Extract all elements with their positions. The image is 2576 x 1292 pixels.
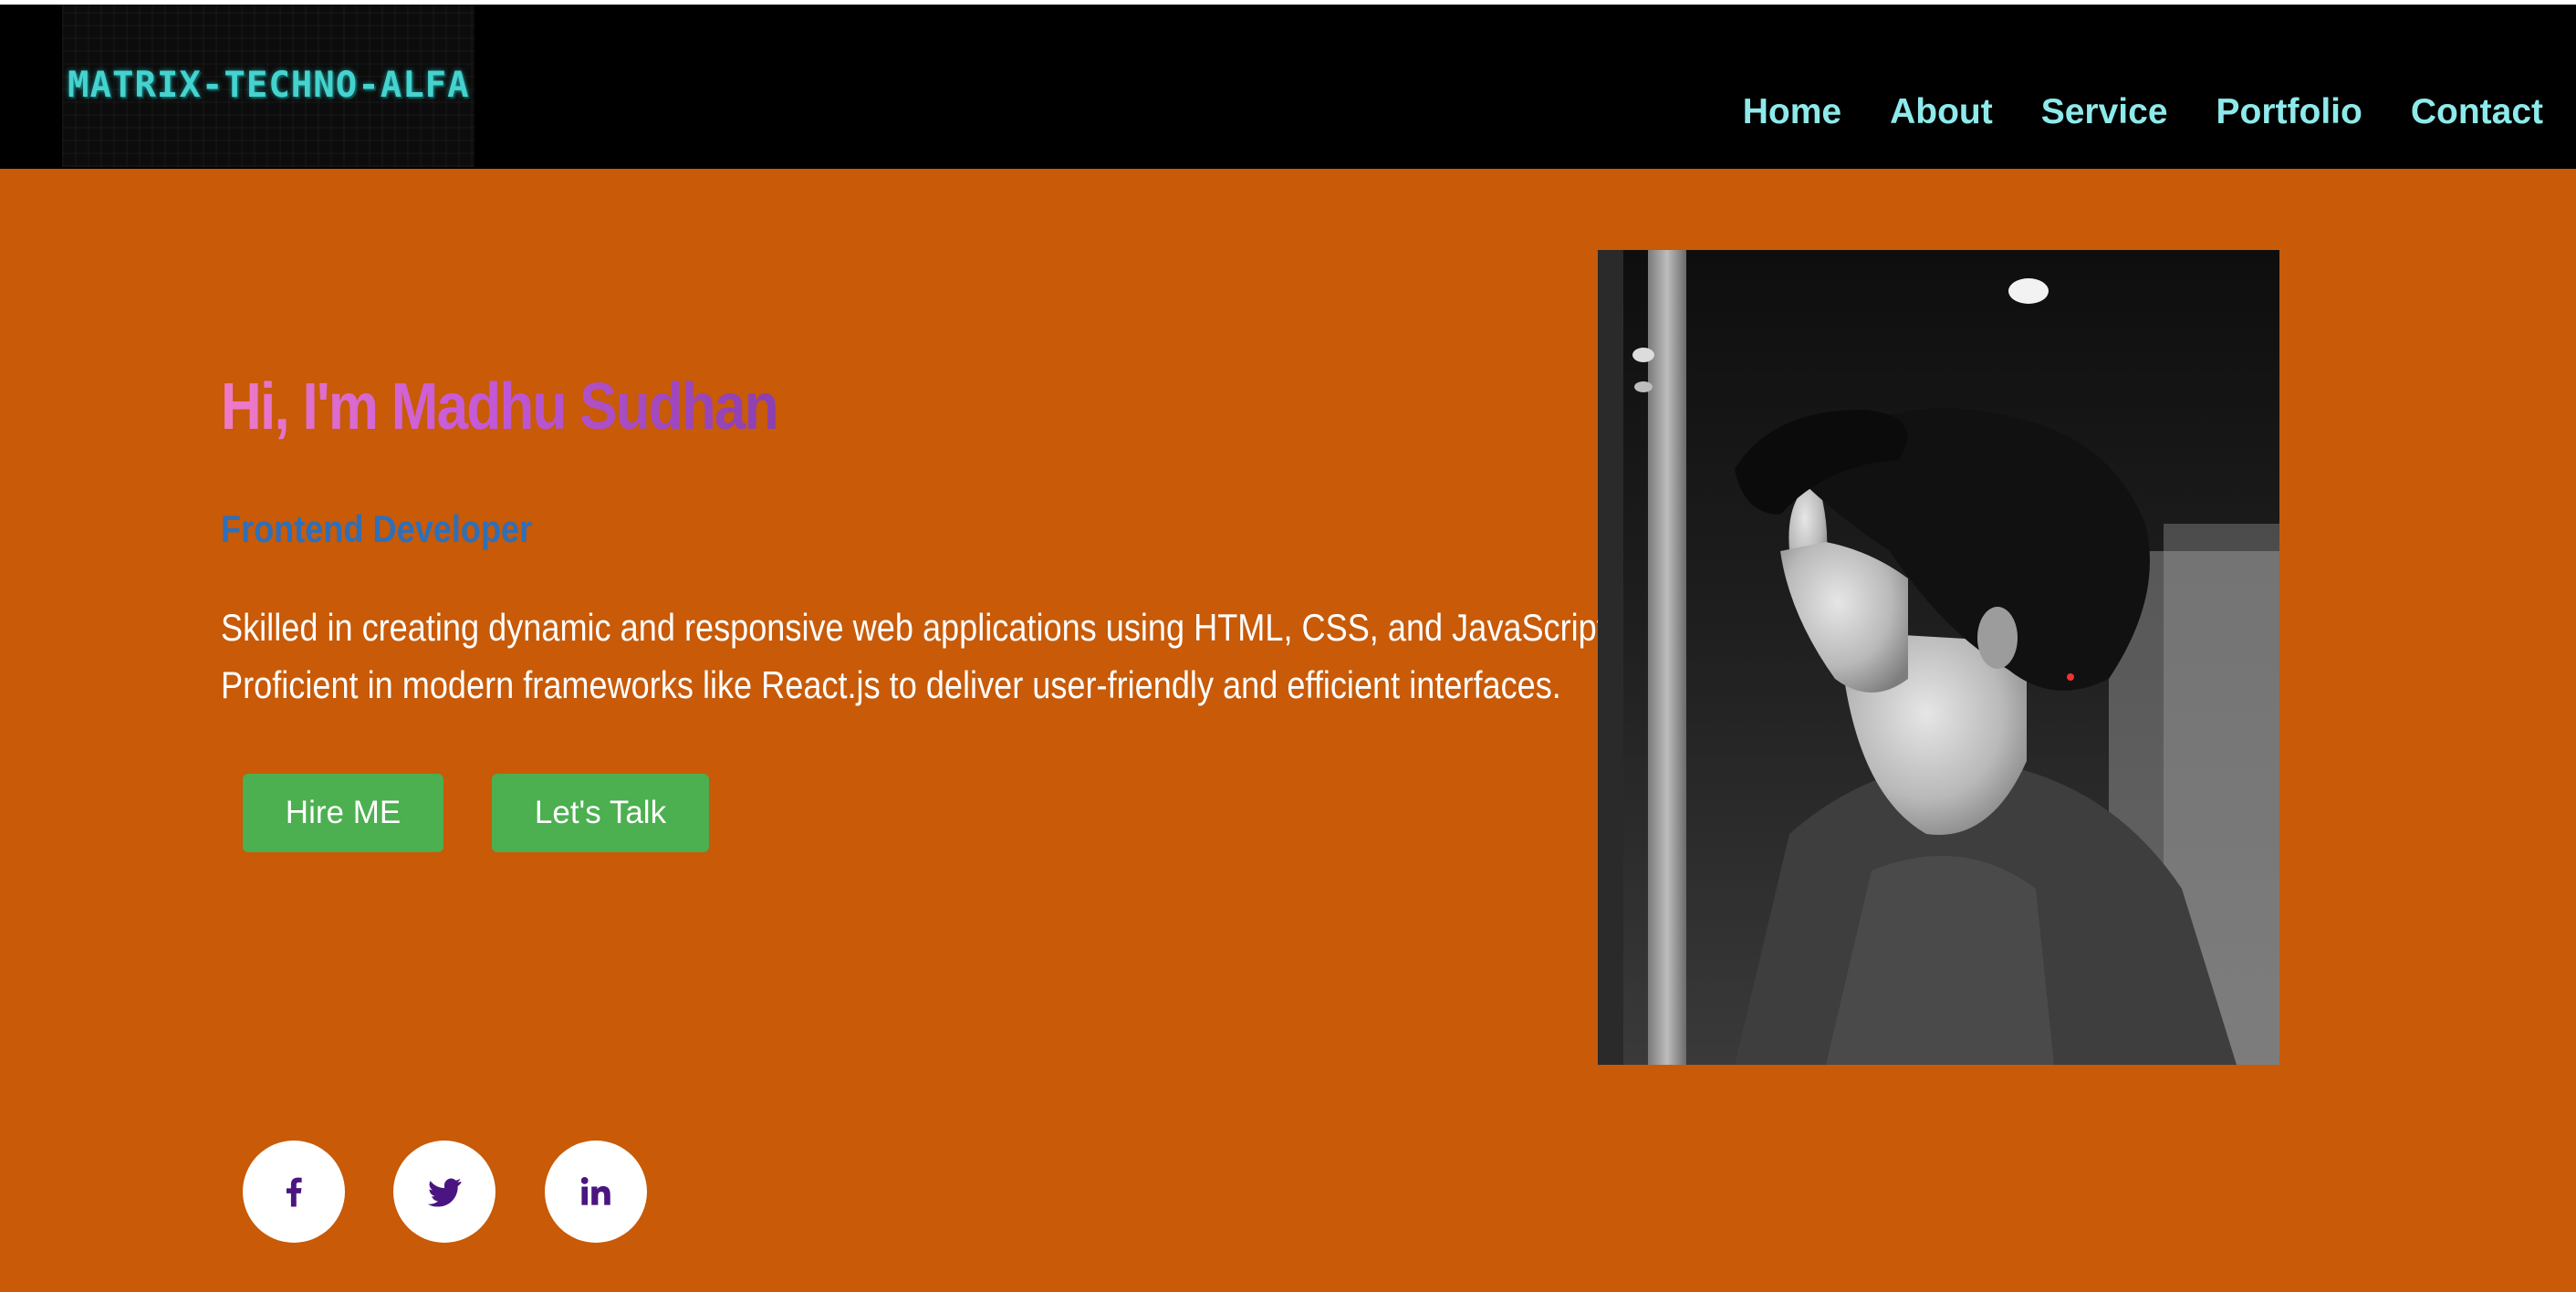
profile-photo <box>1598 250 2279 1065</box>
facebook-button[interactable] <box>243 1141 345 1243</box>
site-logo[interactable]: MATRIX-TECHNO-ALFA <box>68 65 470 106</box>
facebook-icon <box>286 1177 302 1207</box>
nav-link-home[interactable]: Home <box>1743 92 1841 132</box>
hero-role: Frontend Developer <box>221 507 533 550</box>
hero-description-line-1: Skilled in creating dynamic and responsi… <box>221 606 1615 649</box>
hire-me-button[interactable]: Hire ME <box>243 774 443 852</box>
lets-talk-button[interactable]: Let's Talk <box>492 774 709 852</box>
linkedin-button[interactable] <box>545 1141 647 1243</box>
twitter-icon <box>427 1178 462 1207</box>
profile-photo-illustration <box>1598 250 2279 1065</box>
nav-link-service[interactable]: Service <box>2041 92 2168 132</box>
hero-greeting: Hi, I'm Madhu Sudhan <box>221 370 779 443</box>
nav-link-portfolio[interactable]: Portfolio <box>2216 92 2362 132</box>
linkedin-icon <box>580 1177 610 1205</box>
nav-link-about[interactable]: About <box>1890 92 1993 132</box>
nav-links: Home About Service Portfolio Contact <box>1743 92 2543 132</box>
hero-description: Skilled in creating dynamic and responsi… <box>221 599 1615 714</box>
navbar: MATRIX-TECHNO-ALFA Home About Service Po… <box>0 5 2576 169</box>
twitter-button[interactable] <box>393 1141 495 1243</box>
nav-link-contact[interactable]: Contact <box>2411 92 2543 132</box>
hero-description-line-2: Proficient in modern frameworks like Rea… <box>221 663 1561 706</box>
